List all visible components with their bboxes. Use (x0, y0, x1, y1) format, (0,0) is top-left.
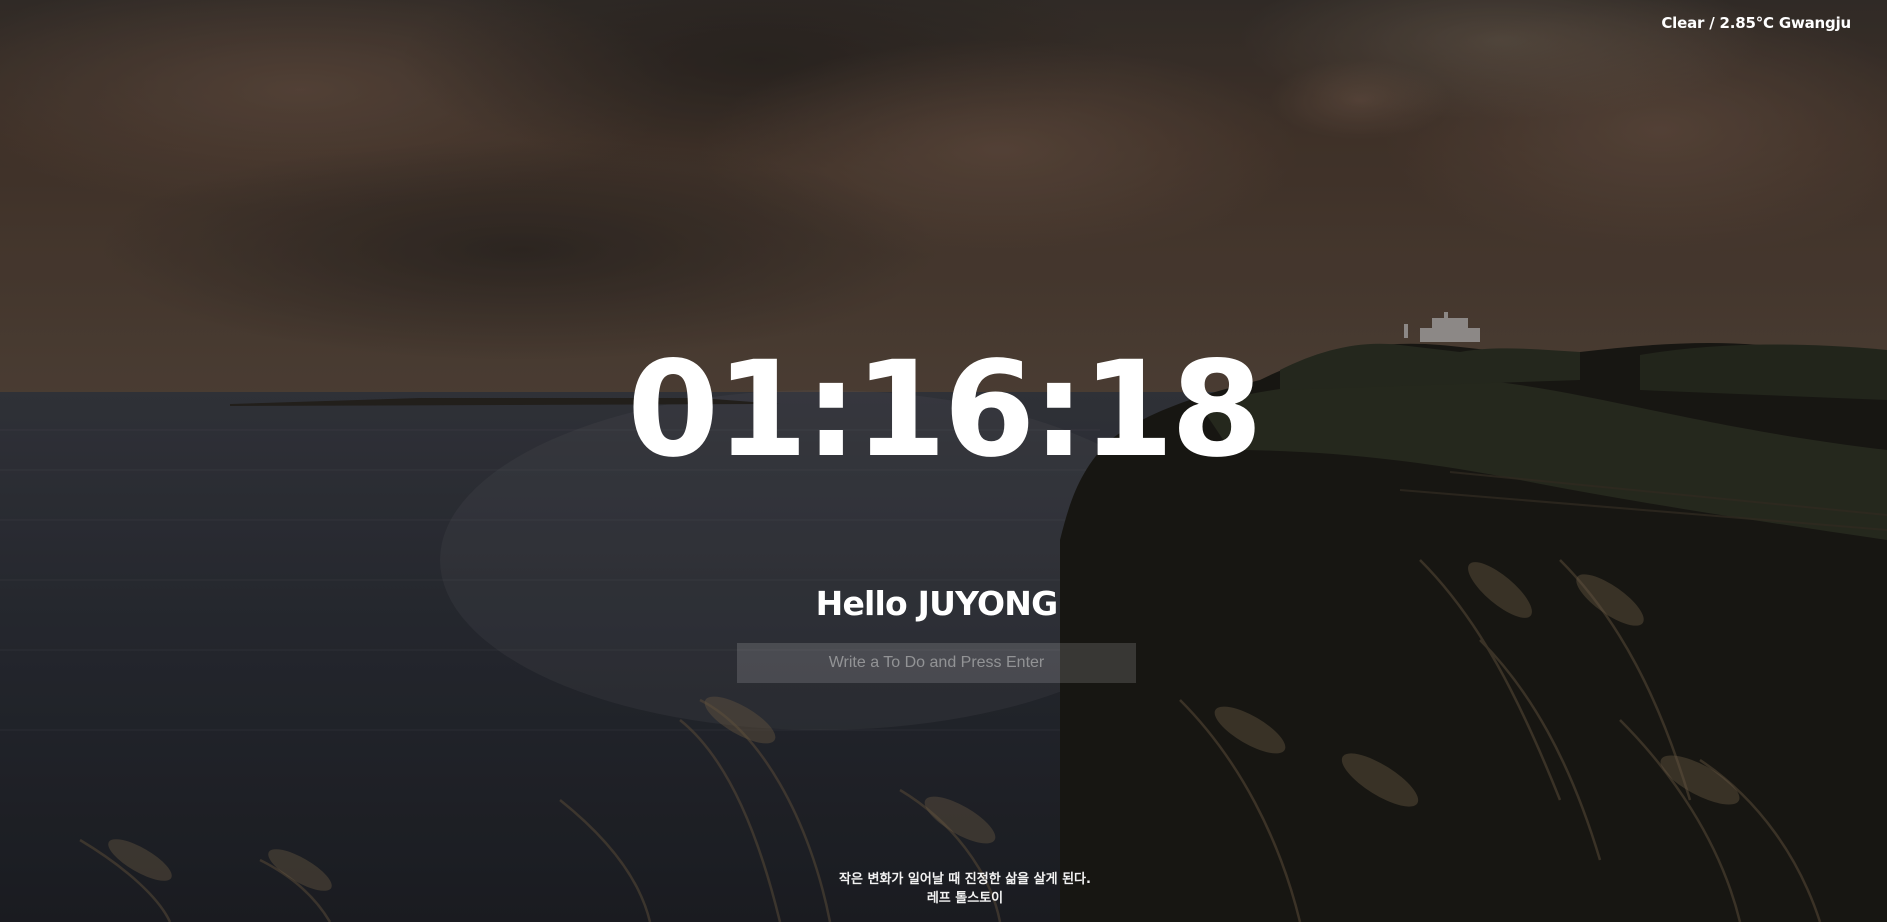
clock-time: 01:16:18 (627, 333, 1263, 487)
quote-author: 레프 톨스토이 (926, 891, 1004, 906)
weather-status: Clear / 2.85°C Gwangju (1661, 14, 1851, 32)
todo-form (737, 643, 1136, 683)
todo-input[interactable] (737, 643, 1136, 683)
greeting-text: Hello JUYONG (815, 584, 1059, 623)
quote-block: 작은 변화가 일어날 때 진정한 삶을 살게 된다. 레프 톨스토이 (0, 870, 1887, 908)
quote-text: 작은 변화가 일어날 때 진정한 삶을 살게 된다. (839, 872, 1091, 887)
